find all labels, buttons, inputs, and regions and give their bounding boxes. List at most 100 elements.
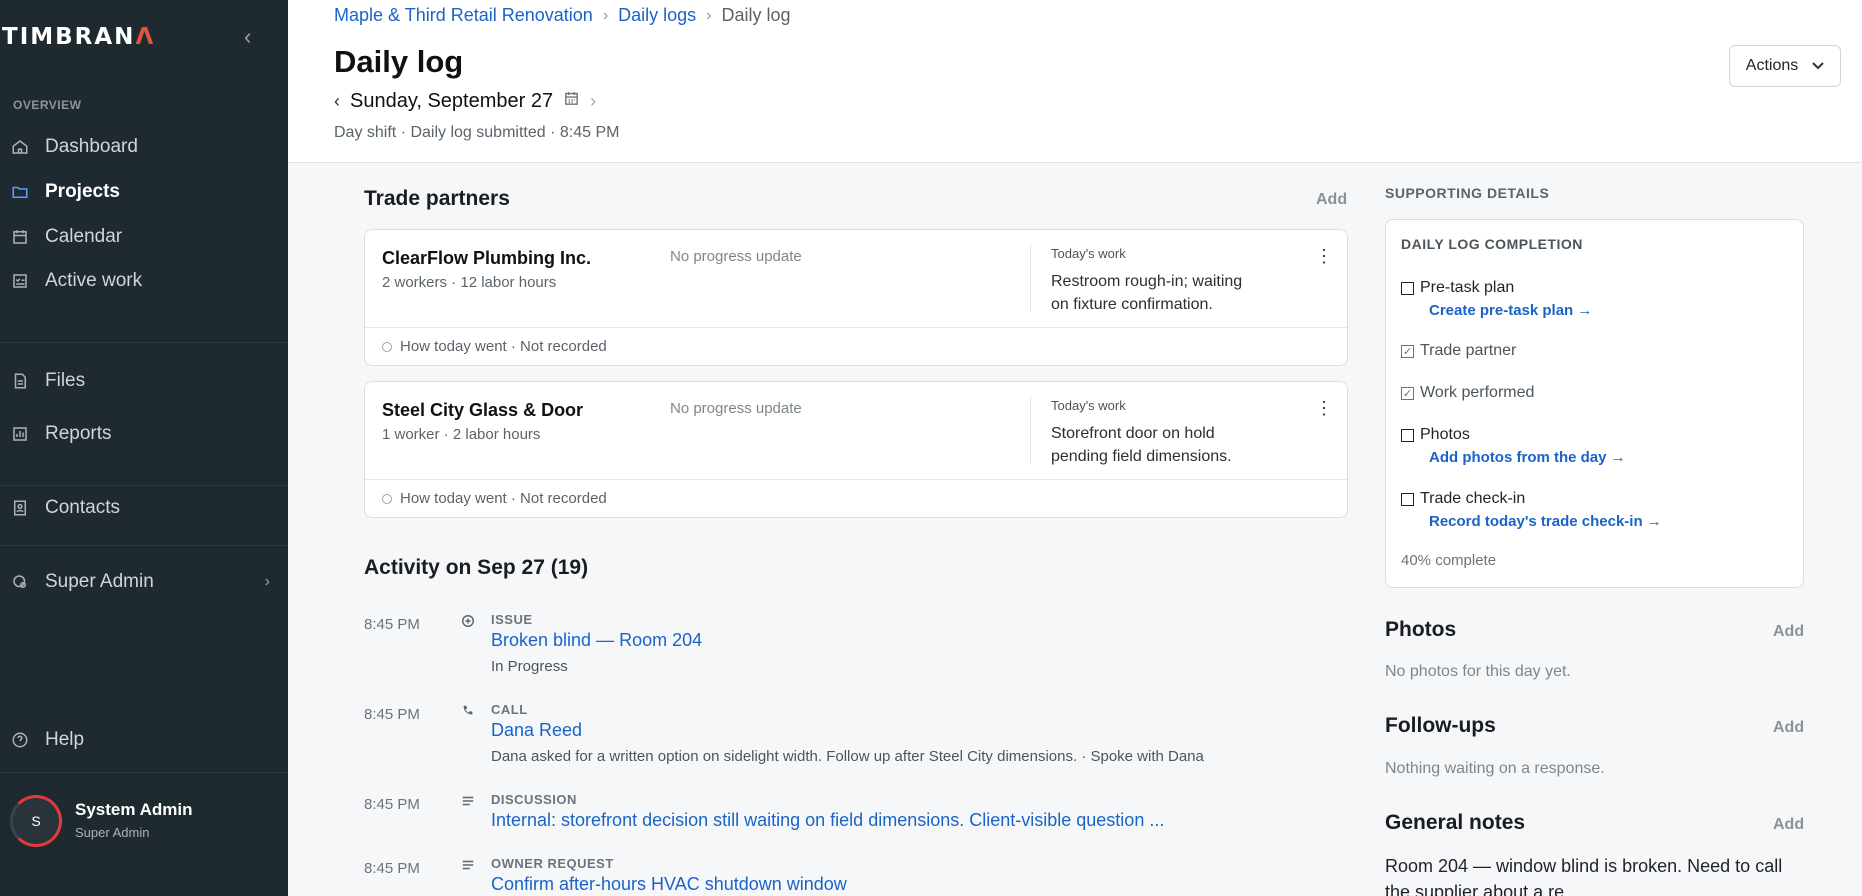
date-navigator: ‹ Sunday, September 27 › [334,90,596,113]
sidebar: TIMBRANΛ ‹ OVERVIEW Dashboard Projects C… [0,0,288,896]
divider [1030,244,1031,312]
activity-title-link[interactable]: Internal: storefront decision still wait… [491,810,1164,831]
log-date: Sunday, September 27 [350,90,554,112]
checklist-item-photos: Photos [1401,426,1470,444]
add-photos-link[interactable]: Add photos from the day → [1429,449,1626,466]
divider [1030,396,1031,464]
sidebar-item-contacts[interactable]: Contacts [0,486,288,530]
status-circle-icon [382,341,392,352]
activity-type: ISSUE [491,612,533,627]
trade-partner-card: Steel City Glass & Door 1 worker · 2 lab… [364,381,1348,518]
photos-empty-text: No photos for this day yet. [1385,663,1571,680]
activity-description: Dana asked for a written option on sidel… [491,748,1204,765]
sidebar-item-super-admin[interactable]: Super Admin › [0,560,288,604]
breadcrumb-daily-logs[interactable]: Daily logs [618,5,696,26]
activity-item: 8:45 PM DISCUSSION Internal: storefront … [364,788,1354,844]
nav-section-label: OVERVIEW [13,98,82,112]
checklist-item-trade-check-in: Trade check-in [1401,490,1525,508]
activity-item: 8:45 PM ISSUE Broken blind — Room 204 In… [364,608,1354,688]
nav-divider [0,772,288,773]
general-notes-title: General notes [1385,811,1526,834]
activity-time: 8:45 PM [364,616,420,633]
record-trade-check-in-link[interactable]: Record today's trade check-in → [1429,513,1662,530]
sidebar-item-active-work[interactable]: Active work [0,259,288,303]
checkbox-checked-icon: ✓ [1401,386,1414,400]
activity-description: In Progress [491,658,568,675]
activity-item: 8:45 PM CALL Dana Reed Dana asked for a … [364,698,1354,778]
prev-day-icon[interactable]: ‹ [334,91,340,112]
nav-divider [0,342,288,343]
trade-partner-meta: 2 workers · 12 labor hours [382,274,557,291]
admin-icon [10,572,30,592]
trade-partners-title: Trade partners [364,187,510,210]
todays-work-text: Storefront door on hold pending field di… [1051,425,1232,465]
nav-divider [0,545,288,546]
daily-log-completion-card: DAILY LOG COMPLETION Pre-task plan Creat… [1385,219,1804,588]
user-menu[interactable]: S System Admin Super Admin [10,792,280,848]
general-notes-add-button[interactable]: Add [1773,816,1804,834]
sidebar-item-help[interactable]: Help [0,718,288,762]
trade-partner-card: ClearFlow Plumbing Inc. 2 workers · 12 l… [364,229,1348,366]
chevron-left-icon[interactable]: ‹ [244,24,251,50]
more-options-icon[interactable]: ⋮ [1315,246,1333,267]
user-role: Super Admin [75,825,150,840]
activity-type: CALL [491,702,528,717]
checkbox-icon [1401,428,1414,442]
trade-partner-name[interactable]: Steel City Glass & Door [382,400,583,421]
activity-type: OWNER REQUEST [491,856,614,871]
actions-button[interactable]: Actions [1729,45,1841,87]
sidebar-item-files[interactable]: Files [0,359,288,403]
activity-title-link[interactable]: Dana Reed [491,720,582,741]
page-header: Maple & Third Retail Renovation › Daily … [288,0,1862,163]
breadcrumb-project[interactable]: Maple & Third Retail Renovation [334,5,593,26]
progress-status: No progress update [670,400,802,417]
help-icon [10,730,30,750]
checklist-item-pre-task-plan: Pre-task plan [1401,279,1514,297]
log-status-line: Day shift · Daily log submitted · 8:45 P… [334,124,620,141]
how-today-went[interactable]: How today went · Not recorded [365,327,1347,365]
file-icon [10,371,30,391]
photos-add-button[interactable]: Add [1773,623,1804,641]
supporting-details-label: SUPPORTING DETAILS [1385,185,1550,201]
photos-title: Photos [1385,618,1457,641]
breadcrumb-current: Daily log [721,5,791,25]
trade-partners-add-button[interactable]: Add [1316,191,1347,209]
page-title: Daily log [334,44,464,79]
follow-ups-empty-text: Nothing waiting on a response. [1385,760,1605,777]
user-name: System Admin [75,800,193,819]
next-day-icon[interactable]: › [590,91,596,112]
status-circle-icon [382,493,392,504]
contacts-icon [10,498,30,518]
follow-ups-add-button[interactable]: Add [1773,719,1804,737]
progress-status: No progress update [670,248,802,265]
activity-title-link[interactable]: Broken blind — Room 204 [491,630,702,651]
chart-icon [10,424,30,444]
sidebar-item-dashboard[interactable]: Dashboard [0,125,288,169]
how-today-went[interactable]: How today went · Not recorded [365,479,1347,517]
sidebar-item-projects[interactable]: Projects [0,170,288,214]
issue-icon [460,614,476,630]
checkbox-icon [1401,492,1414,506]
home-icon [10,137,30,157]
lines-icon [460,794,476,810]
avatar: S [10,795,62,847]
activity-title-link[interactable]: Confirm after-hours HVAC shutdown window [491,874,847,895]
calendar-icon [10,227,30,247]
general-notes-text: Room 204 — window blind is broken. Need … [1385,856,1783,896]
chevron-down-icon [1812,57,1824,75]
more-options-icon[interactable]: ⋮ [1315,398,1333,419]
checkbox-icon [1401,281,1414,295]
trade-partner-name[interactable]: ClearFlow Plumbing Inc. [382,248,591,269]
activity-title: Activity on Sep 27 (19) [364,556,589,579]
chevron-right-icon: › [264,573,270,590]
calendar-icon[interactable] [563,90,580,113]
create-pre-task-plan-link[interactable]: Create pre-task plan → [1429,302,1592,319]
sidebar-item-calendar[interactable]: Calendar [0,215,288,259]
completion-heading: DAILY LOG COMPLETION [1401,236,1583,252]
checkbox-checked-icon: ✓ [1401,344,1414,358]
activity-item: 8:45 PM OWNER REQUEST Confirm after-hour… [364,852,1354,896]
sidebar-item-reports[interactable]: Reports [0,412,288,456]
app-logo[interactable]: TIMBRANΛ [2,24,155,50]
checklist-icon [10,271,30,291]
phone-icon [460,704,476,720]
